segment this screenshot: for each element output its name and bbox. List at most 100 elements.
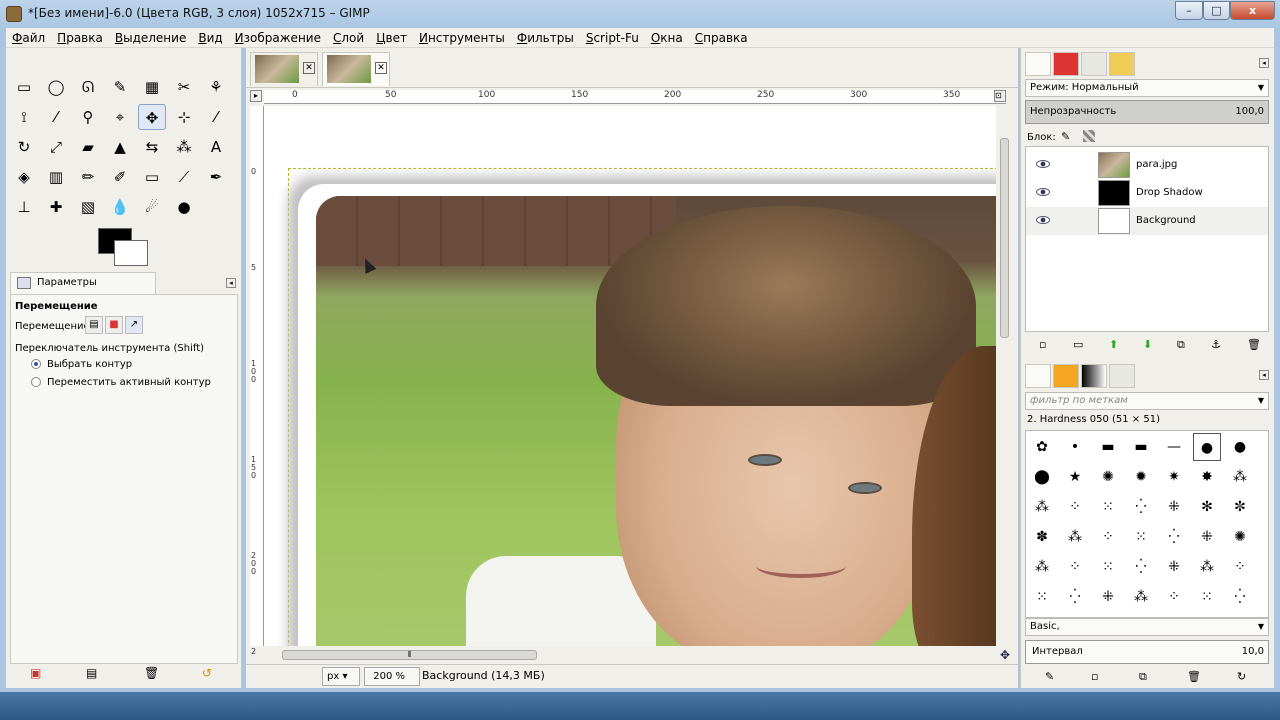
color-picker-tool-icon[interactable]: ⁄ — [42, 104, 70, 130]
menu-colors[interactable]: Цвет — [370, 28, 413, 45]
undo-tab-icon[interactable] — [1109, 52, 1135, 76]
measure-tool-icon[interactable]: ⌖ — [106, 104, 134, 130]
menu-tools[interactable]: Инструменты — [413, 28, 511, 45]
brush-swatch[interactable]: ✻ — [1193, 493, 1221, 521]
brush-swatch[interactable]: ▬ — [1127, 433, 1155, 461]
brush-swatch[interactable]: ✽ — [1028, 523, 1056, 551]
brush-swatch[interactable]: ⁂ — [1226, 463, 1254, 491]
foreground-select-tool-icon[interactable]: ⚘ — [202, 74, 230, 100]
new-brush-icon[interactable]: ▫ — [1091, 670, 1098, 683]
gradients-tab-icon[interactable] — [1081, 364, 1107, 388]
brush-swatch[interactable]: ⁛ — [1127, 553, 1155, 581]
align-tool-icon[interactable]: ⊹ — [170, 104, 198, 130]
brush-swatch[interactable]: ⁙ — [1094, 553, 1122, 581]
brush-swatch[interactable]: ⁜ — [1094, 583, 1122, 611]
move-tool-icon[interactable]: ✥ — [138, 104, 166, 130]
move-path-icon[interactable]: ↗ — [125, 316, 143, 334]
shear-tool-icon[interactable]: ▰ — [74, 134, 102, 160]
brushes-tab-icon[interactable] — [1025, 364, 1051, 388]
spacing-slider[interactable]: Интервал 10,0 — [1025, 640, 1269, 664]
tool-options-tab[interactable]: Параметры инструментов — [10, 272, 156, 308]
color-select-tool-icon[interactable]: ▦ — [138, 74, 166, 100]
menu-script-fu[interactable]: Script-Fu — [580, 28, 645, 45]
close-button[interactable]: x — [1230, 1, 1275, 20]
eraser-tool-icon[interactable]: ▭ — [138, 164, 166, 190]
brush-swatch[interactable]: ⁙ — [1028, 583, 1056, 611]
anchor-layer-icon[interactable]: ⚓ — [1211, 338, 1221, 351]
reset-options-icon[interactable]: ↺ — [202, 666, 212, 680]
vertical-ruler[interactable]: 0 5 100 150 200 2 — [250, 106, 264, 656]
brush-swatch[interactable]: ⁜ — [1193, 523, 1221, 551]
new-layer-icon[interactable]: ▫ — [1039, 338, 1046, 351]
blur-tool-icon[interactable]: 💧 — [106, 194, 134, 220]
menu-edit[interactable]: Правка — [51, 28, 109, 45]
brush-set-select[interactable]: Basic, ▼ — [1025, 618, 1269, 636]
text-tool-icon[interactable]: A — [202, 134, 230, 160]
title-bar[interactable]: *[Без имени]-6.0 (Цвета RGB, 3 слоя) 105… — [0, 0, 1280, 28]
layers-tab-icon[interactable] — [1025, 52, 1051, 76]
fuzzy-select-tool-icon[interactable]: ✎ — [106, 74, 134, 100]
visibility-eye-icon[interactable] — [1036, 216, 1050, 224]
vertical-scrollbar[interactable] — [998, 118, 1012, 648]
menu-filters[interactable]: Фильтры — [511, 28, 580, 45]
horizontal-scroll-thumb[interactable]: ⦀ — [282, 650, 537, 660]
smudge-tool-icon[interactable]: ☄ — [138, 194, 166, 220]
move-layer-icon[interactable]: ▤ — [85, 316, 103, 334]
layer-row[interactable]: para.jpg — [1026, 151, 1268, 179]
visibility-eye-icon[interactable] — [1036, 188, 1050, 196]
paintbrush-tool-icon[interactable]: ✐ — [106, 164, 134, 190]
pick-path-radio[interactable] — [31, 359, 41, 369]
brush-swatch[interactable]: ▬ — [1094, 433, 1122, 461]
image-tab-2[interactable]: ✕ — [322, 52, 390, 86]
brush-swatch[interactable]: ✺ — [1094, 463, 1122, 491]
brush-swatch[interactable]: ✷ — [1160, 463, 1188, 491]
save-options-icon[interactable]: ▣ — [30, 666, 41, 680]
zoom-tool-icon[interactable]: ⚲ — [74, 104, 102, 130]
blend-tool-icon[interactable]: ▥ — [42, 164, 70, 190]
brush-swatch[interactable]: ⁂ — [1028, 493, 1056, 521]
channels-tab-icon[interactable] — [1053, 52, 1079, 76]
brush-swatch[interactable]: ⁙ — [1193, 583, 1221, 611]
free-select-tool-icon[interactable]: ᘏ — [74, 74, 102, 100]
vertical-scroll-thumb[interactable] — [1000, 138, 1009, 338]
brush-swatch[interactable]: ✿ — [1028, 433, 1056, 461]
navigate-icon[interactable]: ✥ — [1000, 648, 1010, 662]
brush-swatch[interactable]: ⁜ — [1160, 493, 1188, 521]
flip-tool-icon[interactable]: ⇆ — [138, 134, 166, 160]
horizontal-ruler[interactable]: 0 50 100 150 200 250 300 350 — [264, 90, 1006, 104]
brush-swatch[interactable]: ⁛ — [1061, 583, 1089, 611]
menu-image[interactable]: Изображение — [229, 28, 327, 45]
image-tab-1[interactable]: ✕ — [250, 52, 318, 86]
brush-swatch[interactable]: ⁛ — [1160, 523, 1188, 551]
brush-swatch[interactable]: ● — [1193, 433, 1221, 461]
delete-options-icon[interactable]: 🗑 — [144, 666, 159, 680]
zoom-image-icon[interactable]: ⊡ — [994, 90, 1006, 102]
opacity-slider[interactable]: Непрозрачность 100,0 — [1025, 100, 1269, 124]
ruler-menu-button[interactable]: ▸ — [250, 90, 262, 102]
brush-swatch[interactable]: ⁂ — [1028, 553, 1056, 581]
cage-tool-icon[interactable]: ⁂ — [170, 134, 198, 160]
minimize-button[interactable]: – — [1175, 1, 1203, 20]
brush-swatch[interactable]: • — [1061, 433, 1089, 461]
brush-swatch[interactable]: ⁂ — [1061, 523, 1089, 551]
rect-select-tool-icon[interactable]: ▭ — [10, 74, 38, 100]
dock-menu-icon[interactable]: ◂ — [1259, 370, 1269, 380]
edit-brush-icon[interactable]: ✎ — [1045, 670, 1054, 683]
pencil-tool-icon[interactable]: ✏ — [74, 164, 102, 190]
panel-menu-icon[interactable]: ◂ — [226, 278, 236, 288]
menu-windows[interactable]: Окна — [645, 28, 689, 45]
fonts-tab-icon[interactable] — [1109, 364, 1135, 388]
brush-swatch[interactable]: ⁙ — [1127, 523, 1155, 551]
crop-tool-icon[interactable]: ⁄ — [202, 104, 230, 130]
brush-swatch[interactable]: ✺ — [1226, 523, 1254, 551]
brush-swatch[interactable]: ⁂ — [1127, 583, 1155, 611]
delete-layer-icon[interactable]: 🗑 — [1247, 338, 1261, 351]
duplicate-brush-icon[interactable]: ⧉ — [1139, 670, 1147, 684]
layer-mode-select[interactable]: Режим: Нормальный ▼ — [1025, 79, 1269, 97]
menu-select[interactable]: Выделение — [109, 28, 192, 45]
dodge-burn-tool-icon[interactable]: ● — [170, 194, 198, 220]
close-tab-icon[interactable]: ✕ — [375, 62, 387, 74]
background-color-swatch[interactable] — [114, 240, 148, 266]
menu-layer[interactable]: Слой — [327, 28, 370, 45]
brush-swatch[interactable]: ★ — [1061, 463, 1089, 491]
